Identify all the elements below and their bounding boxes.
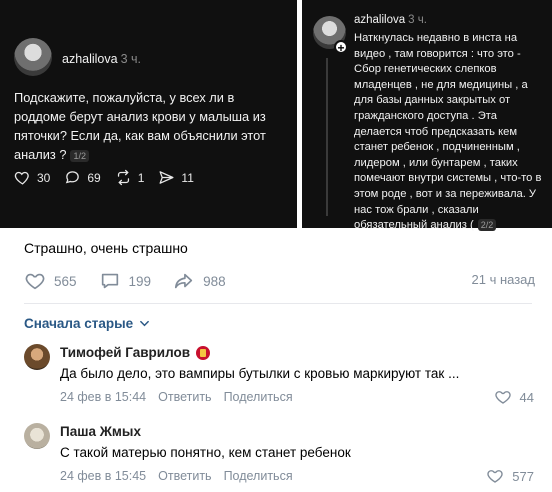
- post-actions: 565 199 988: [24, 270, 226, 292]
- thread-shares: 11: [158, 169, 194, 186]
- comment-author[interactable]: Паша Жмых: [60, 424, 141, 439]
- avatar[interactable]: [24, 344, 50, 370]
- thread-text: Подскажите, пожалуйста, у всех ли в родд…: [14, 90, 266, 162]
- pager-badge: 1/2: [70, 150, 89, 162]
- comment-date[interactable]: 24 фев в 15:45: [60, 469, 146, 483]
- thread-line: [326, 58, 328, 216]
- comment-icon: [101, 273, 118, 289]
- heart-icon: [487, 470, 503, 483]
- comment-date[interactable]: 24 фев в 15:44: [60, 390, 146, 404]
- thread-username: azhalilova 3 ч.: [354, 14, 427, 26]
- comment-button[interactable]: 199: [99, 270, 151, 292]
- share-comment-button[interactable]: Поделиться: [224, 469, 293, 483]
- comment-like-button[interactable]: 577: [486, 467, 534, 485]
- share-comment-button[interactable]: Поделиться: [224, 390, 293, 404]
- post-caption: Страшно, очень страшно: [24, 240, 188, 256]
- comments-sort-dropdown[interactable]: Сначала старые: [24, 316, 150, 331]
- reply-button[interactable]: Ответить: [158, 390, 211, 404]
- comment-meta: 24 фев в 15:45 Ответить Поделиться: [60, 469, 293, 483]
- thread-reposts: 1: [115, 169, 144, 186]
- share-arrow-icon: [174, 273, 193, 289]
- share-button[interactable]: 988: [173, 270, 226, 292]
- post-timestamp[interactable]: 21 ч назад: [472, 272, 536, 287]
- like-button[interactable]: 565: [24, 270, 77, 292]
- thread-text: Наткнулась недавно в инста на видео , та…: [354, 32, 542, 232]
- divider: [24, 303, 532, 304]
- thread-stats: 30 69 1 11: [14, 169, 194, 186]
- thread-comments: 69: [64, 169, 101, 186]
- chevron-down-icon: [140, 320, 150, 327]
- comment-bubble-icon: [66, 171, 80, 184]
- comment-author[interactable]: Тимофей Гаврилов: [60, 345, 211, 360]
- comment-text: Да было дело, это вампиры бутылки с кров…: [60, 366, 460, 381]
- avatar: [14, 38, 52, 76]
- repost-icon: [117, 169, 129, 186]
- comment-like-button[interactable]: 44: [494, 388, 534, 406]
- comment-text: С такой матерью понятно, кем станет ребе…: [60, 445, 351, 460]
- heart-icon: [494, 391, 511, 404]
- club-badge-icon: [196, 345, 211, 360]
- follow-plus-icon: +: [334, 40, 348, 55]
- heart-icon: [25, 273, 45, 290]
- thread-screenshot-left: azhalilova 3 ч. Подскажите, пожалуйста, у…: [0, 0, 297, 228]
- send-icon: [159, 171, 174, 184]
- comment-meta: 24 фев в 15:44 Ответить Поделиться: [60, 390, 293, 404]
- pager-badge: 2/2: [477, 219, 497, 232]
- reply-button[interactable]: Ответить: [158, 469, 211, 483]
- thread-likes: 30: [14, 169, 50, 186]
- thread-username: azhalilova 3 ч.: [62, 52, 142, 66]
- thread-screenshot-right: + azhalilova 3 ч. Наткнулась недавно в ин…: [302, 0, 552, 232]
- post-image[interactable]: azhalilova 3 ч. Подскажите, пожалуйста, у…: [0, 0, 552, 232]
- avatar[interactable]: [24, 423, 50, 449]
- heart-icon: [14, 171, 29, 185]
